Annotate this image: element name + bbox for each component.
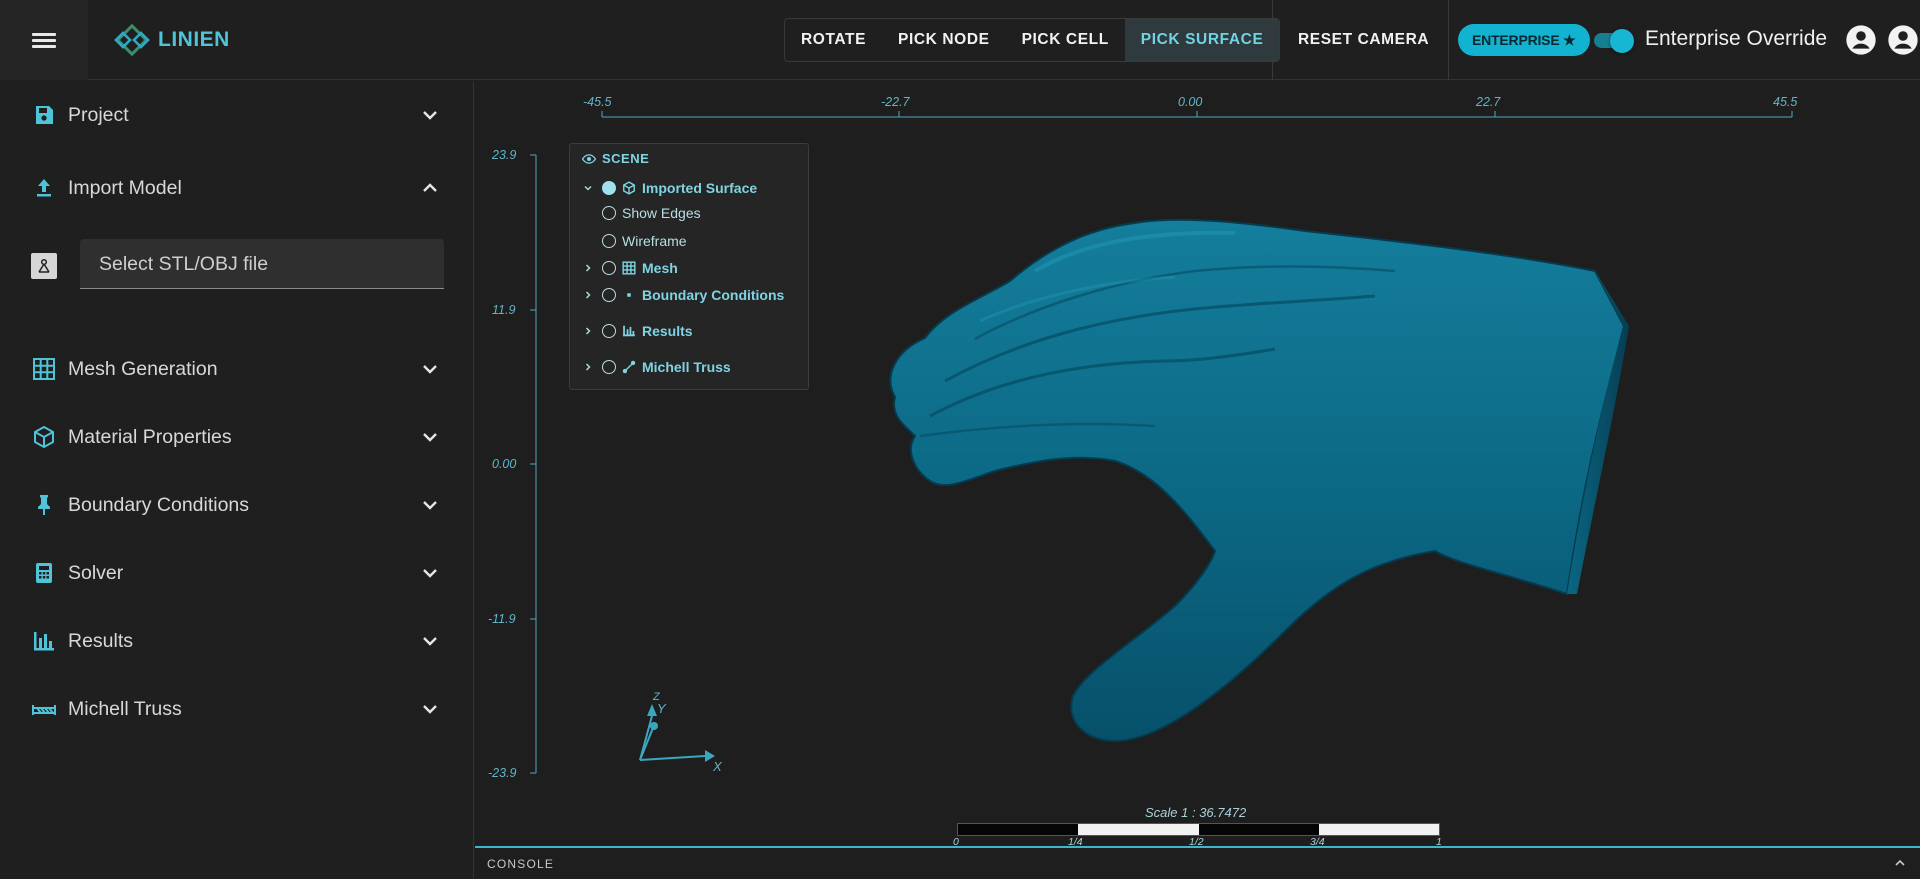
scene-item-boundary-conditions[interactable]: Boundary Conditions	[602, 287, 784, 303]
console-bar[interactable]: CONSOLE	[475, 846, 1920, 879]
scale-tick: 1/2	[1189, 836, 1204, 846]
sidebar-item-label: Boundary Conditions	[68, 493, 250, 516]
file-select-icon	[31, 253, 57, 279]
sidebar-item-boundary-conditions[interactable]: Boundary Conditions	[0, 479, 474, 531]
visibility-radio[interactable]	[602, 324, 616, 338]
scale-tick: 0	[953, 836, 959, 846]
pick-surface-mode-button[interactable]: PICK SURFACE	[1124, 19, 1280, 61]
brand-logo: LINIEN	[114, 22, 230, 58]
axes-triad	[639, 704, 715, 762]
enterprise-override-toggle[interactable]	[1594, 27, 1634, 53]
sidebar-item-results[interactable]: Results	[0, 615, 474, 667]
linien-logo-icon	[114, 23, 150, 57]
interaction-mode-group: ROTATE PICK NODE PICK CELL PICK SURFACE	[784, 18, 1281, 62]
visibility-radio[interactable]	[602, 181, 616, 195]
cube-icon	[31, 424, 57, 450]
chevron-down-icon[interactable]	[418, 493, 442, 517]
z-axis-label: Z	[653, 691, 660, 703]
chevron-down-icon[interactable]	[582, 182, 594, 194]
scene-header: SCENE	[582, 151, 649, 166]
rotate-mode-button[interactable]: ROTATE	[785, 19, 882, 61]
scale-tick: 3/4	[1310, 836, 1325, 846]
chevron-right-icon[interactable]	[582, 262, 594, 274]
brand-name: LINIEN	[158, 28, 230, 51]
enterprise-override-label: Enterprise Override	[1645, 27, 1828, 50]
cube-icon	[623, 181, 635, 195]
chevron-right-icon[interactable]	[582, 361, 594, 373]
sidebar-item-label: Import Model	[68, 176, 182, 199]
3d-viewport[interactable]: -45.5 -22.7 0.00 22.7 45.5 23.9 11.9 0.0…	[475, 81, 1920, 846]
sidebar-item-label: Project	[68, 103, 129, 126]
chevron-down-icon[interactable]	[418, 697, 442, 721]
visibility-radio[interactable]	[602, 288, 616, 302]
scale-tick: 1/4	[1068, 836, 1083, 846]
y-axis-label: Y	[657, 701, 666, 716]
sidebar-item-label: Material Properties	[68, 425, 232, 448]
visibility-radio[interactable]	[602, 360, 616, 374]
grid-icon	[622, 261, 636, 275]
toolbar-divider	[1272, 0, 1273, 80]
calculator-icon	[31, 560, 57, 586]
menu-icon[interactable]	[0, 0, 88, 80]
chevron-down-icon[interactable]	[418, 561, 442, 585]
x-axis-label: X	[713, 759, 722, 774]
sidebar-item-solver[interactable]: Solver	[0, 547, 474, 599]
sidebar-item-label: Michell Truss	[68, 697, 182, 720]
bar-chart-icon	[623, 325, 635, 337]
scene-item-mesh[interactable]: Mesh	[602, 260, 678, 276]
chevron-down-icon[interactable]	[418, 357, 442, 381]
sidebar-item-mesh-generation[interactable]: Mesh Generation	[0, 343, 474, 395]
save-icon	[31, 102, 57, 128]
file-select-input[interactable]: Select STL/OBJ file	[80, 239, 444, 289]
scene-item-wireframe[interactable]: Wireframe	[602, 233, 687, 249]
truss-icon	[622, 360, 636, 374]
scene-title: SCENE	[602, 151, 650, 166]
show-edges-radio[interactable]	[602, 206, 616, 220]
top-app-bar: LINIEN ROTATE PICK NODE PICK CELL PICK S…	[0, 0, 1920, 80]
eye-icon	[582, 153, 596, 164]
grid-icon	[31, 356, 57, 382]
sidebar-item-label: Solver	[68, 561, 124, 584]
scene-item-imported-surface[interactable]: Imported Surface	[602, 180, 757, 196]
console-label: CONSOLE	[487, 857, 555, 871]
scene-item-results[interactable]: Results	[602, 323, 693, 339]
import-file-row: Select STL/OBJ file	[0, 239, 474, 291]
toolbar-divider	[1448, 0, 1449, 80]
sidebar: Project Import Model Select STL/OBJ file…	[0, 81, 474, 879]
pick-node-mode-button[interactable]: PICK NODE	[882, 19, 1006, 61]
chevron-up-icon[interactable]	[418, 176, 442, 200]
dot-icon	[627, 293, 631, 297]
chevron-right-icon[interactable]	[582, 289, 594, 301]
account-icon[interactable]	[1845, 24, 1877, 56]
profile-icon[interactable]	[1887, 24, 1919, 56]
scale-label: Scale 1 : 36.7472	[1145, 805, 1247, 820]
scene-item-show-edges[interactable]: Show Edges	[602, 205, 701, 221]
reset-camera-button[interactable]: RESET CAMERA	[1298, 18, 1429, 62]
sidebar-item-label: Results	[68, 629, 134, 652]
chevron-up-icon[interactable]	[1892, 855, 1908, 871]
scene-item-michell-truss[interactable]: Michell Truss	[602, 359, 731, 375]
enterprise-badge[interactable]: ENTERPRISE ★	[1458, 24, 1590, 56]
pick-cell-mode-button[interactable]: PICK CELL	[1006, 19, 1125, 61]
sidebar-item-import-model[interactable]: Import Model	[0, 162, 474, 214]
chevron-right-icon[interactable]	[582, 325, 594, 337]
sidebar-item-project[interactable]: Project	[0, 89, 474, 141]
scene-tree-panel: SCENE Imported Surface Show Edges Wirefr…	[569, 143, 809, 390]
sidebar-item-michell-truss[interactable]: Michell Truss	[0, 683, 474, 735]
truss-icon	[31, 696, 57, 722]
scale-tick: 1	[1436, 836, 1442, 846]
sidebar-item-material-properties[interactable]: Material Properties	[0, 411, 474, 463]
chevron-down-icon[interactable]	[418, 629, 442, 653]
scale-bar	[957, 823, 1440, 836]
visibility-radio[interactable]	[602, 261, 616, 275]
pin-icon	[31, 492, 57, 518]
chevron-down-icon[interactable]	[418, 103, 442, 127]
chevron-down-icon[interactable]	[418, 425, 442, 449]
upload-icon	[31, 175, 57, 201]
wireframe-radio[interactable]	[602, 234, 616, 248]
sidebar-item-label: Mesh Generation	[68, 357, 218, 380]
bar-chart-icon	[31, 628, 57, 654]
